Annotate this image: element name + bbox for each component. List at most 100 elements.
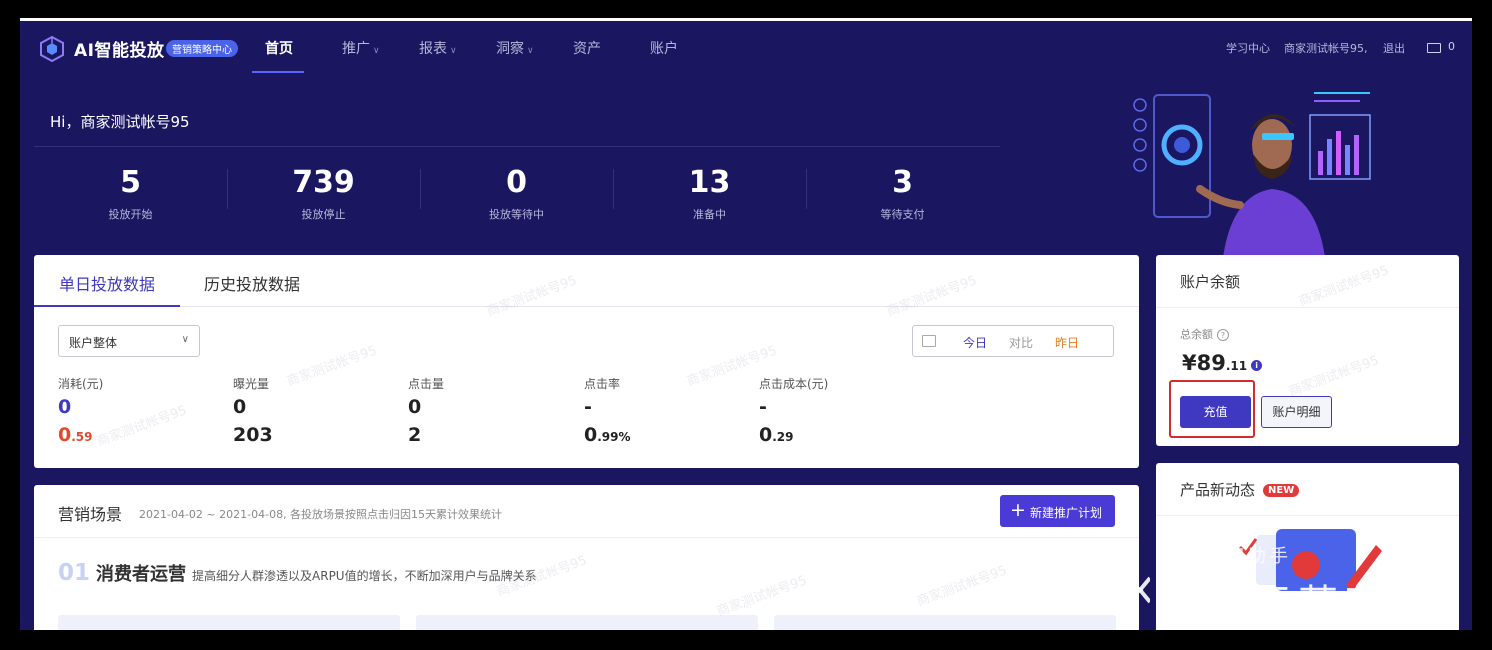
metric-label: 点击量 (408, 377, 445, 391)
stat-value: 739 (292, 165, 355, 200)
mail-icon[interactable] (1427, 43, 1441, 53)
section-number: 01 (58, 560, 91, 586)
new-plan-label: 新建推广计划 (1030, 506, 1103, 520)
nav-home[interactable]: 首页 (265, 38, 293, 58)
news-title-text: 产品新动态 (1180, 481, 1256, 499)
balance-card: 账户余额 总余额? ¥89.11 i 充值 账户明细 商家测试帐号95 商家测试帐… (1156, 255, 1459, 446)
brand-watermark-top: 电商商家助手 (1160, 546, 1292, 567)
nav-active-underline (252, 71, 304, 73)
metric-label: 点击率 (584, 377, 621, 391)
daily-tabs: 单日投放数据 历史投放数据 (34, 255, 1139, 307)
chevron-down-icon: ∨ (181, 334, 189, 345)
plus-icon: + (1010, 499, 1026, 521)
metric-ctr: 点击率 - 0.99% (584, 375, 631, 446)
fish-logo-icon (1067, 573, 1150, 607)
date-range-picker[interactable]: 今日 对比 昨日 (912, 325, 1114, 357)
marketing-divider (34, 537, 1139, 538)
chevron-down-icon: ∨ (373, 46, 380, 56)
yest-int: 0 (584, 424, 598, 446)
recharge-button[interactable]: 充值 (1180, 396, 1251, 428)
date-compare[interactable]: 对比 (1009, 334, 1033, 351)
account-scope-select[interactable]: 账户整体 ∨ (58, 325, 200, 357)
stat-value: 13 (688, 165, 731, 200)
logo-text[interactable]: AI智能投放 (74, 36, 164, 61)
metric-label: 曝光量 (233, 377, 270, 391)
metric-impressions: 曝光量 0 203 (233, 375, 273, 446)
watermark: 商家测试帐号95 (284, 343, 379, 390)
metric-cost: 消耗(元) 0 0.59 (58, 375, 103, 446)
nav-account-label: 账户 (650, 41, 678, 57)
metric-label: 消耗(元) (58, 377, 104, 391)
top-nav: AI智能投放 营销策略中心 首页 推广 ∨ 报表 ∨ 洞察 ∨ 资产 账户 学习中心 … (20, 21, 1472, 73)
amount-int: 89 (1196, 351, 1226, 375)
news-divider (1156, 515, 1459, 516)
nav-reports[interactable]: 报表 ∨ (419, 38, 457, 58)
yest-int: 0 (759, 424, 773, 446)
tab-daily-data[interactable]: 单日投放数据 (59, 271, 155, 295)
yest-int: 203 (233, 424, 273, 446)
yest-dec: .99% (597, 430, 631, 444)
metric-today-value: 0 (408, 396, 422, 418)
scene-card[interactable] (58, 615, 400, 630)
nav-account[interactable]: 账户 (650, 38, 678, 58)
watermark: 商家测试帐号95 (714, 573, 809, 620)
yest-dec: .59 (71, 430, 93, 444)
metric-today-value: - (759, 396, 767, 418)
marketing-card: 营销场景 2021-04-02 ~ 2021-04-08, 各投放场景按照点击归… (34, 485, 1139, 630)
stat-label: 准备中 (693, 208, 726, 221)
metric-yesterday-value: 0.29 (759, 424, 828, 446)
stat-started[interactable]: 5 投放开始 (34, 166, 227, 222)
nav-promote-label: 推广 (342, 41, 370, 57)
total-balance-label: 总余额? (1180, 326, 1229, 342)
balance-amount: ¥89.11 i (1182, 351, 1263, 375)
logo-badge: 营销策略中心 (166, 40, 238, 57)
learning-center-link[interactable]: 学习中心 (1226, 40, 1270, 56)
metric-label: 点击成本(元) (759, 377, 829, 391)
nav-insights[interactable]: 洞察 ∨ (496, 38, 534, 58)
stat-label: 投放等待中 (489, 208, 544, 221)
stat-preparing[interactable]: 13 准备中 (613, 166, 806, 222)
logo-cube-icon (40, 35, 64, 63)
watermark: 商家测试帐号95 (1296, 263, 1391, 310)
section-desc: 提高细分人群渗透以及ARPU值的增长，不断加深用户与品牌关系 (192, 569, 537, 583)
app-frame: AI智能投放 营销策略中心 首页 推广 ∨ 报表 ∨ 洞察 ∨ 资产 账户 学习中心 … (20, 18, 1472, 630)
date-yesterday[interactable]: 昨日 (1055, 334, 1079, 351)
stat-label: 等待支付 (880, 208, 925, 221)
yest-int: 2 (408, 424, 422, 446)
stat-pending-payment[interactable]: 3 等待支付 (806, 166, 999, 222)
stat-label: 投放开始 (108, 208, 153, 221)
balance-title: 账户余额 (1180, 273, 1241, 291)
logout-link[interactable]: 退出 (1383, 40, 1405, 56)
greeting-divider (34, 146, 1000, 147)
select-value: 账户整体 (69, 336, 118, 350)
yest-dec: .29 (772, 430, 794, 444)
metric-today-value: 0 (233, 396, 247, 418)
nav-promote[interactable]: 推广 ∨ (342, 38, 380, 58)
greeting: Hi，商家测试帐号95 (50, 113, 190, 131)
new-badge: NEW (1263, 484, 1300, 497)
stat-stopped[interactable]: 739 投放停止 (227, 166, 420, 222)
stat-waiting[interactable]: 0 投放等待中 (420, 166, 613, 222)
marketing-title: 营销场景 (58, 505, 123, 524)
nav-reports-label: 报表 (419, 41, 447, 57)
watermark: 商家测试帐号95 (914, 563, 1009, 610)
section-title: 消费者运营 (96, 564, 187, 585)
help-icon[interactable]: ? (1217, 329, 1229, 341)
marketing-subtitle: 2021-04-02 ~ 2021-04-08, 各投放场景按照点击归因15天累… (139, 508, 503, 521)
account-name[interactable]: 商家测试帐号95, (1284, 40, 1368, 56)
dashboard: AI智能投放 营销策略中心 首页 推广 ∨ 报表 ∨ 洞察 ∨ 资产 账户 学习中心 … (20, 21, 1472, 630)
new-plan-button[interactable]: + 新建推广计划 (1000, 495, 1115, 527)
total-label-text: 总余额 (1180, 328, 1213, 341)
metric-today-value: 0 (58, 396, 72, 418)
date-today[interactable]: 今日 (963, 334, 987, 351)
info-icon[interactable]: i (1251, 360, 1263, 371)
calendar-icon (922, 335, 936, 347)
scene-card[interactable] (416, 615, 758, 630)
account-detail-button[interactable]: 账户明细 (1261, 396, 1332, 428)
brand-watermark-text: 电商运营官 (1160, 582, 1390, 628)
tab-history-data[interactable]: 历史投放数据 (204, 271, 300, 295)
nav-assets[interactable]: 资产 (573, 38, 601, 58)
mail-count: 0 (1448, 40, 1455, 53)
chevron-down-icon: ∨ (450, 46, 457, 56)
metric-clicks: 点击量 0 2 (408, 375, 444, 446)
